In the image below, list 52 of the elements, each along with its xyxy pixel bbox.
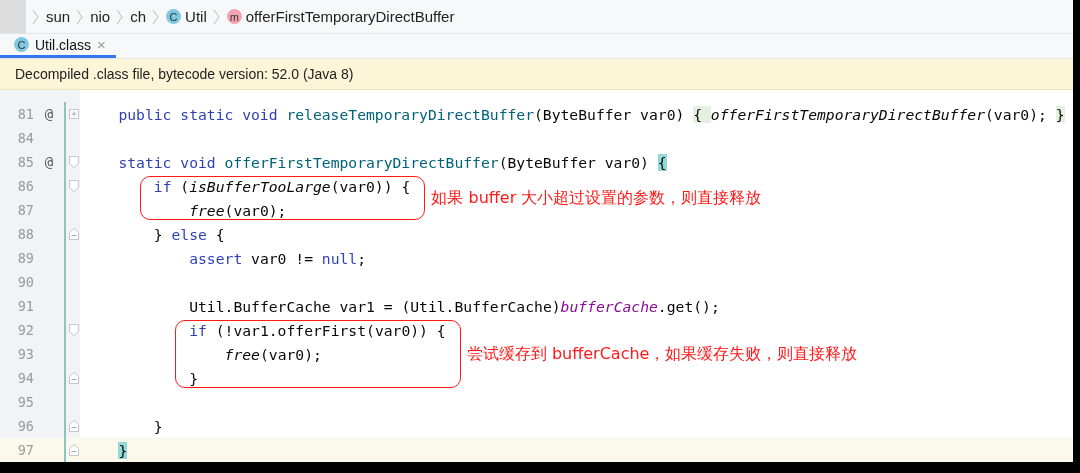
line-number: 89 xyxy=(16,250,34,266)
line-number: 90 xyxy=(16,274,34,290)
breadcrumb-item[interactable]: nio xyxy=(90,8,111,25)
chevron-icon xyxy=(76,7,85,26)
line-number: 88 xyxy=(16,226,34,242)
line-number: 94 xyxy=(16,370,34,386)
callout-note: 尝试缓存到 bufferCache，如果缓存失败，则直接释放 xyxy=(466,343,858,365)
fold-end-icon[interactable] xyxy=(69,228,79,240)
class-icon: C xyxy=(166,9,182,24)
code-line: } xyxy=(153,417,163,435)
code-line: } else { xyxy=(153,225,225,243)
fold-end-icon[interactable] xyxy=(69,444,79,456)
fold-icon[interactable] xyxy=(69,180,79,192)
chevron-icon xyxy=(32,7,40,26)
code-line: if (isBufferTooLarge(var0)) { xyxy=(153,177,411,195)
breadcrumb-item[interactable]: m offerFirstTemporaryDirectBuffer xyxy=(226,8,455,25)
info-banner: Decompiled .class file, bytecode version: 52.0 (Java 8) xyxy=(0,59,1073,90)
breadcrumb-item[interactable]: C Util xyxy=(166,8,207,25)
code-line: public static void releaseTemporaryDirectBuffer(ByteBuffer var0) { offerFirstTemporaryDirectBuffer(var0); } xyxy=(118,105,1065,123)
line-number: 85 xyxy=(16,154,34,170)
override-marker: @ xyxy=(44,154,54,170)
line-number: 84 xyxy=(16,130,34,146)
class-icon: C xyxy=(14,37,29,52)
fold-end-icon[interactable] xyxy=(69,372,79,384)
code-line: } xyxy=(189,369,199,387)
method-icon: m xyxy=(226,9,242,24)
line-number: 97 xyxy=(16,442,34,458)
chevron-icon xyxy=(212,7,221,26)
fold-icon[interactable] xyxy=(69,324,79,336)
override-marker: @ xyxy=(44,106,54,122)
line-number: 87 xyxy=(16,202,34,218)
chevron-icon xyxy=(116,7,125,26)
line-number: 93 xyxy=(16,346,34,362)
line-number: 86 xyxy=(16,178,34,194)
code-line: free(var0); xyxy=(224,345,322,363)
code-line: assert var0 != null; xyxy=(189,249,367,267)
expand-icon[interactable] xyxy=(69,109,79,119)
line-number: 95 xyxy=(16,394,34,410)
code-line: static void offerFirstTemporaryDirectBuffer(ByteBuffer var0) { xyxy=(118,153,667,171)
fold-end-icon[interactable] xyxy=(69,420,79,432)
line-number: 96 xyxy=(16,418,34,434)
code-line: Util.BufferCache var1 = (Util.BufferCache)bufferCache.get(); xyxy=(189,297,720,315)
fold-icon[interactable] xyxy=(69,156,79,168)
breadcrumb-item[interactable]: sun xyxy=(46,8,71,25)
line-number: 91 xyxy=(16,298,34,314)
code-line: if (!var1.offerFirst(var0)) { xyxy=(189,321,446,339)
code-line: free(var0); xyxy=(189,201,287,219)
line-number: 92 xyxy=(16,322,34,338)
chevron-icon xyxy=(152,7,161,26)
breadcrumb-item[interactable]: ch xyxy=(130,8,147,25)
line-number: 81 xyxy=(16,106,34,122)
callout-note: 如果 buffer 大小超过设置的参数，则直接释放 xyxy=(431,187,762,209)
